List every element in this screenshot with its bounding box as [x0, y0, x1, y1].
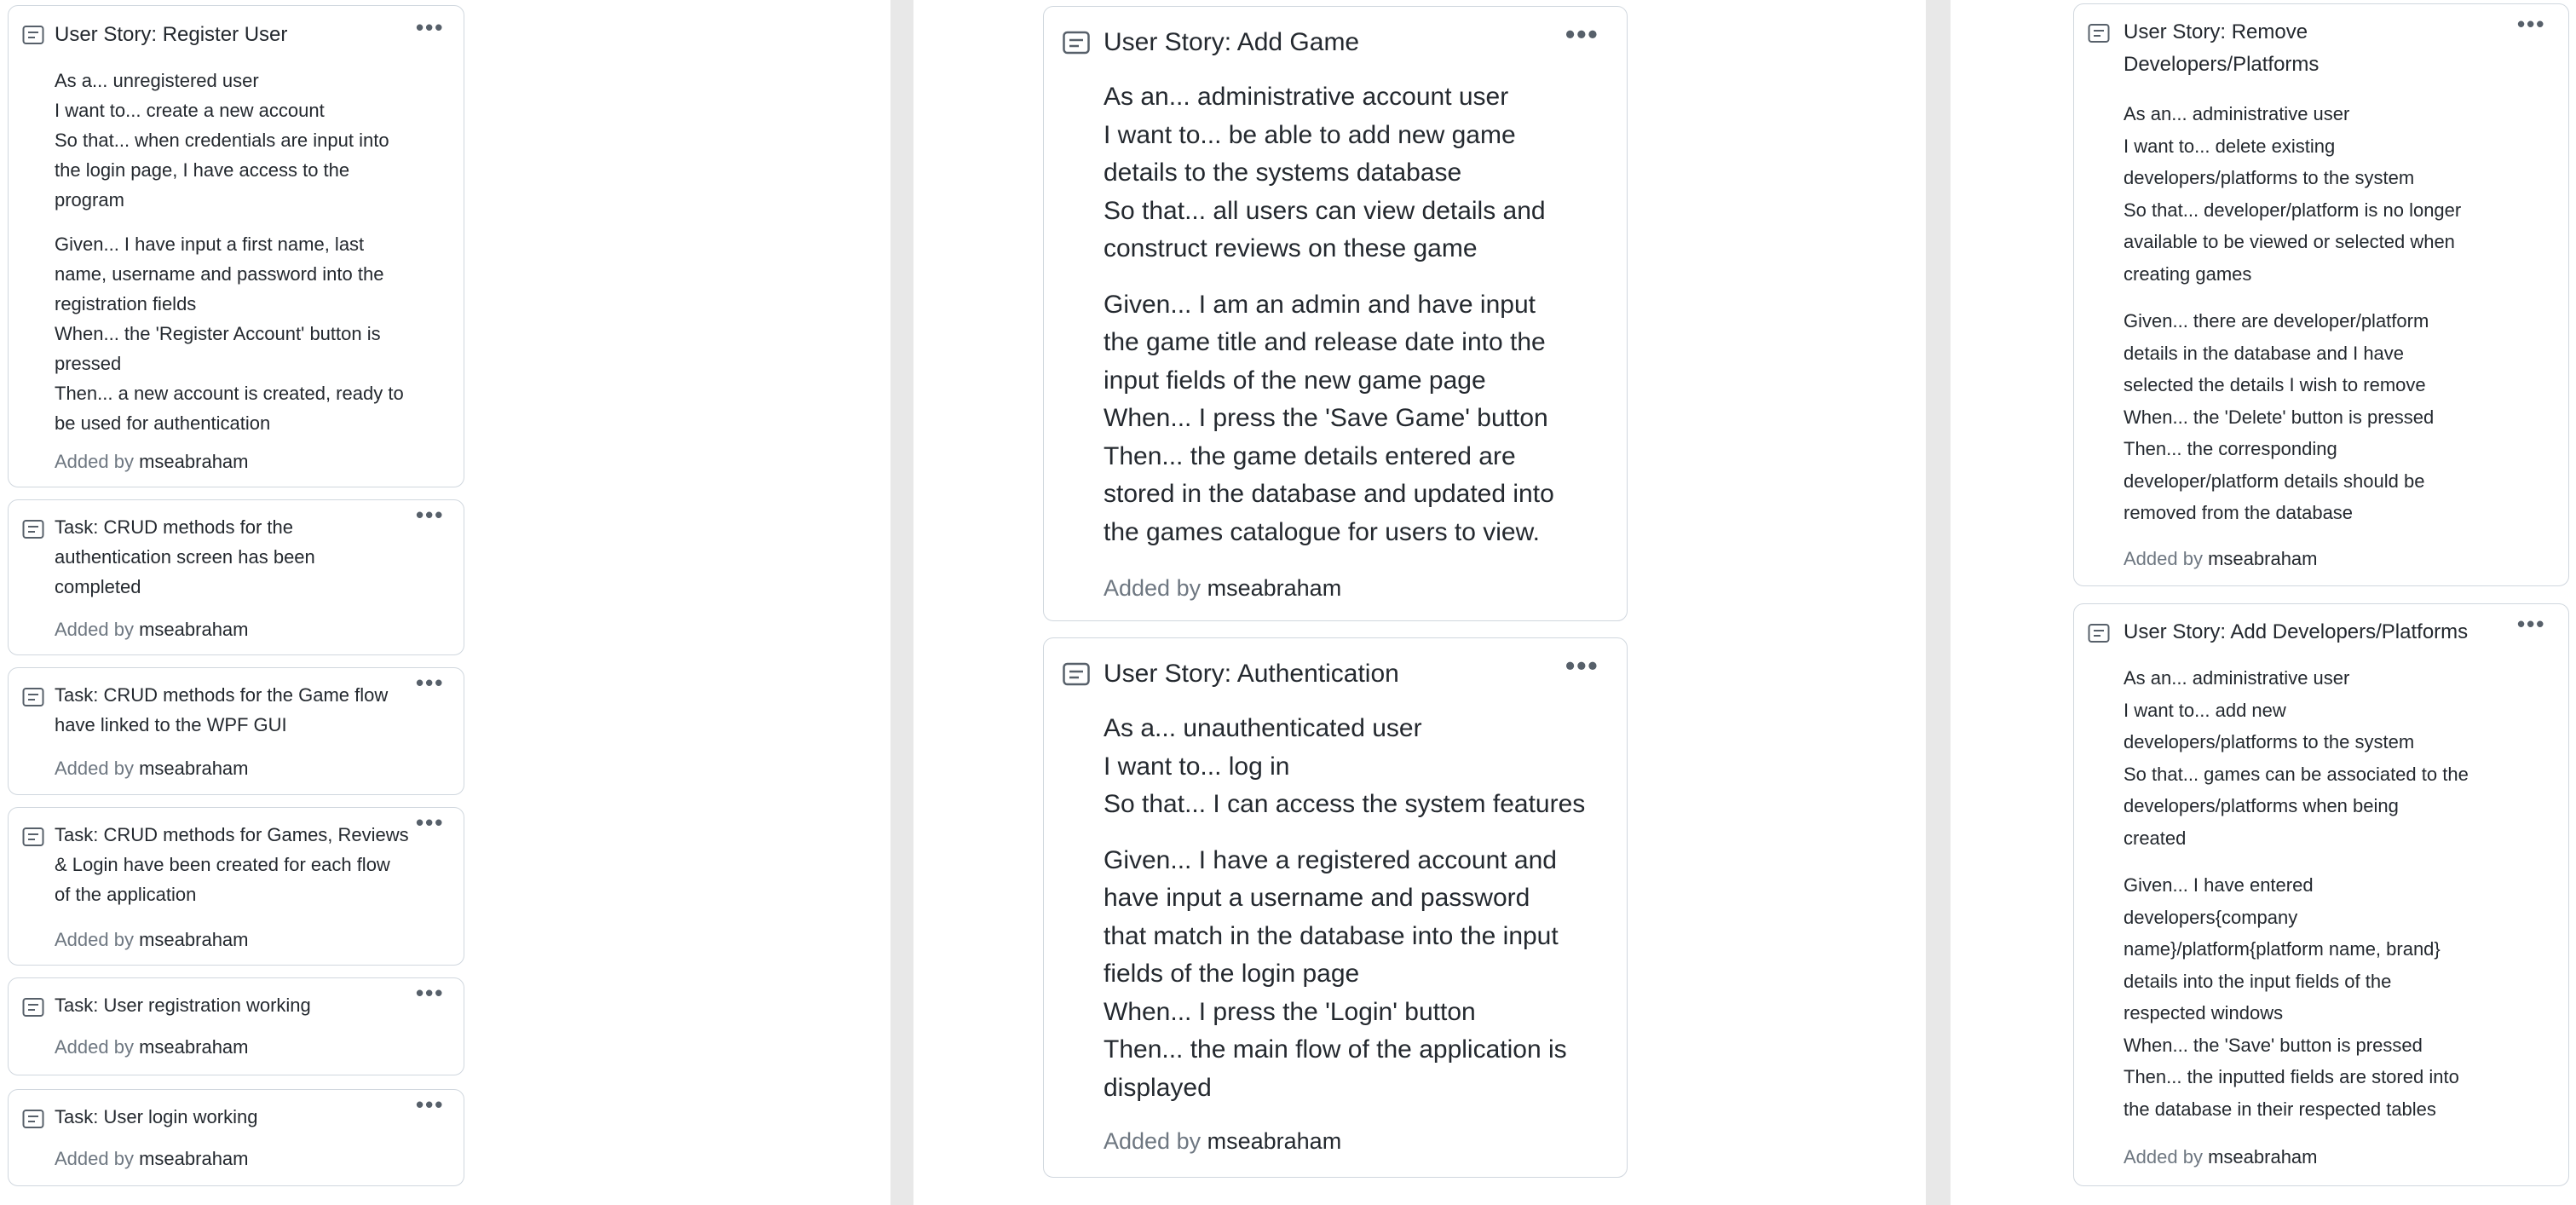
card-authentication[interactable]: User Story: Authentication ••• As a... u… [1043, 637, 1628, 1178]
author-link[interactable]: mseabraham [2208, 548, 2317, 569]
author-link[interactable]: mseabraham [139, 619, 248, 640]
card-title[interactable]: Task: User registration working [55, 990, 429, 1020]
note-icon [22, 998, 44, 1017]
card-body: As an... administrative account user I w… [1104, 78, 1615, 551]
added-by: Added by mseabraham [1104, 575, 1342, 601]
added-by: Added by mseabraham [55, 758, 249, 779]
author-link[interactable]: mseabraham [1207, 575, 1342, 601]
added-by: Added by mseabraham [2124, 548, 2318, 569]
card-title[interactable]: Task: CRUD methods for the Game flow hav… [55, 680, 429, 740]
card-body: As a... unauthenticated user I want to..… [1104, 710, 1615, 1107]
added-by: Added by mseabraham [55, 929, 249, 950]
card-title[interactable]: User Story: Authentication [1104, 655, 1399, 693]
story-paragraph: As an... administrative account user I w… [1104, 83, 1546, 262]
more-options-icon[interactable]: ••• [1565, 19, 1599, 50]
author-link[interactable]: mseabraham [2208, 1146, 2317, 1168]
note-icon [1063, 31, 1090, 55]
story-paragraph: As a... unregistered user I want to... c… [55, 70, 389, 210]
column-gutter-right [1926, 0, 1951, 1205]
card-task-crud-game-flow[interactable]: Task: CRUD methods for the Game flow hav… [8, 667, 464, 795]
card-title[interactable]: Task: User login working [55, 1102, 429, 1132]
note-icon [22, 688, 44, 706]
story-paragraph: As an... administrative user I want to..… [2124, 103, 2462, 285]
more-options-icon[interactable]: ••• [416, 14, 444, 41]
more-options-icon[interactable]: ••• [2517, 611, 2545, 637]
more-options-icon[interactable]: ••• [416, 1092, 444, 1118]
more-options-icon[interactable]: ••• [416, 980, 444, 1006]
story-paragraph: As a... unauthenticated user I want to..… [1104, 714, 1586, 818]
author-link[interactable]: mseabraham [139, 758, 248, 779]
added-by: Added by mseabraham [55, 1036, 249, 1058]
note-icon [22, 1110, 44, 1128]
more-options-icon[interactable]: ••• [1565, 650, 1599, 682]
acceptance-paragraph: Given... I am an admin and have input th… [1104, 290, 1554, 546]
card-body: As an... administrative user I want to..… [2124, 662, 2550, 1125]
card-remove-developers[interactable]: User Story: Remove Developers/Platforms … [2073, 3, 2569, 586]
note-icon [2088, 624, 2110, 643]
card-task-crud-games-reviews[interactable]: Task: CRUD methods for Games, Reviews & … [8, 807, 464, 966]
card-task-crud-auth[interactable]: Task: CRUD methods for the authenticatio… [8, 499, 464, 655]
more-options-icon[interactable]: ••• [416, 810, 444, 836]
acceptance-paragraph: Given... I have input a first name, last… [55, 234, 404, 434]
card-task-login[interactable]: Task: User login working ••• Added by ms… [8, 1089, 464, 1186]
note-icon [22, 26, 44, 44]
card-title[interactable]: User Story: Add Developers/Platforms [2124, 616, 2524, 649]
added-by: Added by mseabraham [2124, 1146, 2318, 1168]
acceptance-paragraph: Given... I have a registered account and… [1104, 845, 1567, 1102]
acceptance-paragraph: Given... I have entered developers{compa… [2124, 874, 2459, 1120]
card-add-developers[interactable]: User Story: Add Developers/Platforms •••… [2073, 603, 2569, 1186]
author-link[interactable]: mseabraham [139, 451, 248, 472]
added-by: Added by mseabraham [55, 451, 249, 472]
more-options-icon[interactable]: ••• [2517, 11, 2545, 37]
note-icon [22, 827, 44, 846]
author-link[interactable]: mseabraham [1207, 1128, 1342, 1154]
card-title[interactable]: User Story: Register User [55, 19, 287, 51]
more-options-icon[interactable]: ••• [416, 670, 444, 696]
column-gutter-left [890, 0, 913, 1205]
story-paragraph: As an... administrative user I want to..… [2124, 667, 2469, 849]
added-by: Added by mseabraham [55, 1148, 249, 1169]
card-add-game[interactable]: User Story: Add Game ••• As an... admini… [1043, 6, 1628, 621]
card-title[interactable]: User Story: Remove Developers/Platforms [2124, 16, 2515, 81]
more-options-icon[interactable]: ••• [416, 502, 444, 528]
added-by: Added by mseabraham [55, 619, 249, 640]
note-icon [22, 520, 44, 539]
card-task-registration[interactable]: Task: User registration working ••• Adde… [8, 977, 464, 1075]
card-register-user[interactable]: User Story: Register User ••• As a... un… [8, 5, 464, 487]
note-icon [2088, 24, 2110, 43]
card-body: As an... administrative user I want to..… [2124, 98, 2550, 529]
card-title[interactable]: Task: CRUD methods for the authenticatio… [55, 512, 429, 602]
author-link[interactable]: mseabraham [139, 1036, 248, 1058]
author-link[interactable]: mseabraham [139, 929, 248, 950]
author-link[interactable]: mseabraham [139, 1148, 248, 1169]
card-title[interactable]: Task: CRUD methods for Games, Reviews & … [55, 820, 438, 909]
acceptance-paragraph: Given... there are developer/platform de… [2124, 310, 2435, 523]
card-title[interactable]: User Story: Add Game [1104, 24, 1359, 61]
note-icon [1063, 662, 1090, 686]
added-by: Added by mseabraham [1104, 1128, 1342, 1154]
card-body: As a... unregistered user I want to... c… [55, 66, 447, 438]
